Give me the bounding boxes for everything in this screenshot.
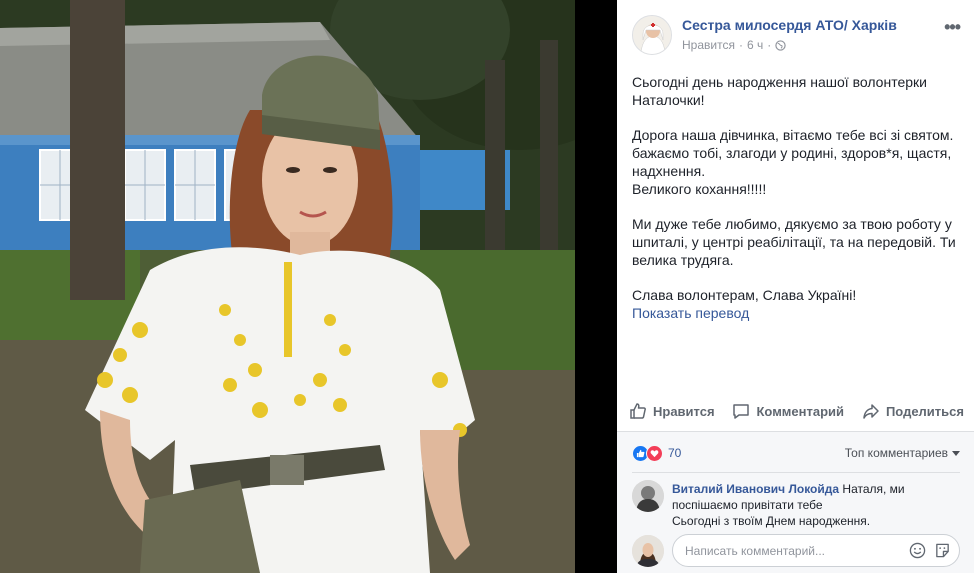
ellipsis-icon: ••• bbox=[944, 17, 961, 37]
see-translation-link[interactable]: Показать перевод bbox=[632, 304, 968, 322]
comment-button-label: Комментарий bbox=[756, 403, 845, 419]
commenter-avatar[interactable] bbox=[632, 480, 664, 512]
post-photo[interactable] bbox=[0, 0, 575, 573]
commenter-avatar-image bbox=[632, 480, 664, 512]
like-button-label: Нравится bbox=[653, 403, 715, 419]
thumbs-up-icon bbox=[630, 403, 646, 419]
caret-down-icon bbox=[952, 450, 960, 456]
more-options-button[interactable]: ••• bbox=[944, 17, 961, 38]
composer-icons bbox=[909, 542, 951, 559]
meta-separator: · bbox=[738, 38, 743, 52]
post-actions: Нравится Комментарий Поделиться bbox=[629, 397, 964, 425]
comment-composer bbox=[632, 534, 960, 568]
globe-icon[interactable] bbox=[775, 39, 786, 51]
reactions-row: 70 Топ комментариев bbox=[632, 443, 960, 463]
sticker-icon[interactable] bbox=[934, 542, 951, 559]
comment-author-link[interactable]: Виталий Иванович Локойда bbox=[672, 482, 839, 496]
current-user-avatar-image bbox=[632, 535, 664, 567]
comment-body: Виталий Иванович Локойда Наталя, ми посп… bbox=[672, 481, 922, 529]
comment-sort-dropdown[interactable]: Топ комментариев bbox=[845, 446, 960, 460]
comment-icon bbox=[733, 404, 750, 419]
current-user-avatar[interactable] bbox=[632, 535, 664, 567]
comments-section: 70 Топ комментариев Виталий Иванович Лок… bbox=[617, 431, 974, 573]
comment-sort-label: Топ комментариев bbox=[844, 446, 948, 460]
reaction-count[interactable]: 70 bbox=[668, 446, 681, 460]
post-paragraph: Великого кохання!!!!! bbox=[632, 181, 767, 197]
share-icon bbox=[863, 404, 879, 419]
post-timestamp[interactable]: 6 ч bbox=[747, 38, 763, 52]
comment-input[interactable] bbox=[685, 543, 909, 558]
share-button[interactable]: Поделиться bbox=[862, 402, 964, 420]
like-button[interactable]: Нравится bbox=[629, 402, 715, 420]
photo-image bbox=[0, 0, 575, 573]
meta-separator-2: · bbox=[767, 38, 772, 52]
post-paragraph: Сьогодні день народження нашої волонтерк… bbox=[632, 74, 927, 108]
reactions-summary[interactable]: 70 bbox=[632, 444, 681, 462]
emoji-icon[interactable] bbox=[909, 542, 926, 559]
page-name-link[interactable]: Сестра милосердя АТО/ Харків bbox=[682, 17, 897, 33]
post-paragraph: Слава волонтерам, Слава Україні! bbox=[632, 287, 857, 303]
comments-divider bbox=[632, 472, 960, 473]
share-button-label: Поделиться bbox=[885, 403, 964, 419]
post-header: Сестра милосердя АТО/ Харків Нравится · … bbox=[632, 15, 964, 59]
post-paragraph: Дорога наша дівчинка, вітаємо тебе всі з… bbox=[632, 127, 954, 179]
post-meta: Нравится · 6 ч · bbox=[682, 38, 786, 52]
page-like-link[interactable]: Нравится bbox=[682, 38, 735, 52]
love-icon bbox=[646, 444, 663, 462]
comment-button[interactable]: Комментарий bbox=[732, 402, 844, 420]
comment-line-2: Сьогодні з твоїм Днем народження. bbox=[672, 514, 871, 528]
page-avatar-image bbox=[633, 16, 671, 54]
post-paragraph: Ми дуже тебе любимо, дякуємо за твою роб… bbox=[632, 216, 956, 268]
comment-input-box[interactable] bbox=[672, 534, 960, 567]
post-side-panel: Сестра милосердя АТО/ Харків Нравится · … bbox=[617, 0, 974, 573]
post-text: Сьогодні день народження нашої волонтерк… bbox=[632, 73, 968, 322]
page-avatar[interactable] bbox=[632, 15, 672, 55]
